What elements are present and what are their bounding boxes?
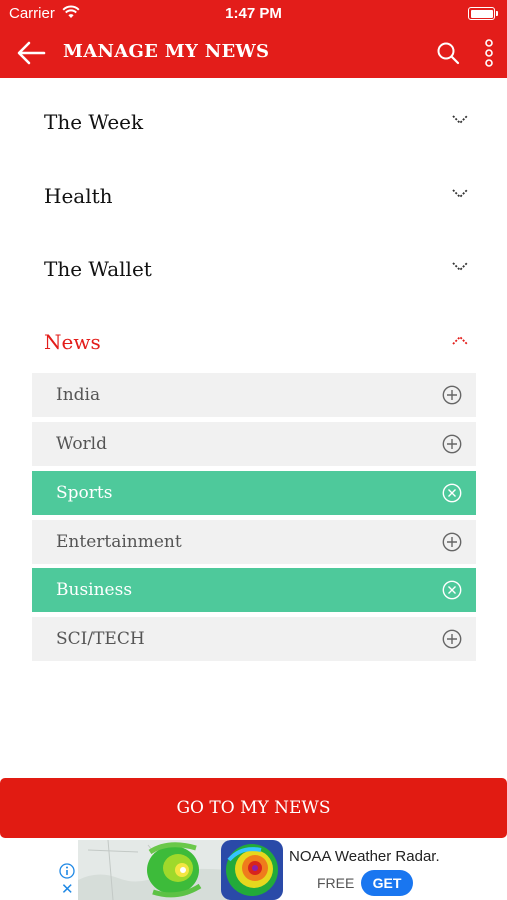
ad-banner[interactable]: ✕ NOAA Weather Radar. FREE GET bbox=[58, 840, 450, 900]
news-item-label: India bbox=[56, 385, 101, 405]
battery-icon bbox=[468, 7, 498, 20]
add-icon[interactable] bbox=[442, 629, 462, 649]
news-item-world[interactable]: World bbox=[32, 422, 476, 466]
add-icon[interactable] bbox=[442, 385, 462, 405]
remove-icon[interactable] bbox=[442, 483, 462, 503]
news-item-sci-tech[interactable]: SCI/TECH bbox=[32, 617, 476, 661]
add-icon[interactable] bbox=[442, 434, 462, 454]
news-item-label: Business bbox=[56, 580, 133, 600]
news-item-label: World bbox=[56, 434, 107, 454]
news-item-business[interactable]: Business bbox=[32, 568, 476, 612]
ad-radar-map-image bbox=[78, 840, 228, 900]
news-item-entertainment[interactable]: Entertainment bbox=[32, 520, 476, 564]
ad-title: NOAA Weather Radar. bbox=[289, 848, 440, 865]
go-to-my-news-button[interactable]: GO TO MY NEWS bbox=[0, 778, 507, 838]
clock: 1:47 PM bbox=[225, 5, 282, 22]
section-label: The Week bbox=[44, 110, 144, 134]
chevron-down-icon bbox=[452, 262, 468, 272]
section-label: The Wallet bbox=[44, 257, 152, 281]
more-options-icon[interactable] bbox=[480, 39, 498, 67]
page-title: MANAGE MY NEWS bbox=[63, 41, 270, 62]
ad-price: FREE bbox=[317, 875, 355, 891]
news-item-label: Entertainment bbox=[56, 532, 182, 552]
news-item-label: SCI/TECH bbox=[56, 629, 145, 649]
ad-close-icon[interactable]: ✕ bbox=[61, 880, 74, 898]
back-arrow-icon[interactable] bbox=[16, 40, 46, 66]
add-icon[interactable] bbox=[442, 532, 462, 552]
section-the-week[interactable]: The Week bbox=[44, 102, 474, 142]
news-item-sports[interactable]: Sports bbox=[32, 471, 476, 515]
news-item-label: Sports bbox=[56, 483, 113, 503]
remove-icon[interactable] bbox=[442, 580, 462, 600]
search-icon[interactable] bbox=[436, 41, 460, 65]
section-health[interactable]: Health bbox=[44, 176, 474, 216]
ad-info-icon[interactable] bbox=[59, 863, 75, 879]
app-bar: MANAGE MY NEWS bbox=[0, 28, 507, 78]
chevron-down-icon bbox=[452, 189, 468, 199]
chevron-down-icon bbox=[452, 115, 468, 125]
ad-get-button[interactable]: GET bbox=[361, 870, 413, 896]
section-news[interactable]: News bbox=[44, 322, 474, 362]
news-item-india[interactable]: India bbox=[32, 373, 476, 417]
chevron-up-icon bbox=[452, 335, 468, 345]
ad-app-icon bbox=[221, 840, 283, 900]
section-label: Health bbox=[44, 184, 113, 208]
section-label: News bbox=[44, 330, 101, 354]
status-bar: Carrier 1:47 PM bbox=[0, 0, 507, 28]
section-the-wallet[interactable]: The Wallet bbox=[44, 249, 474, 289]
